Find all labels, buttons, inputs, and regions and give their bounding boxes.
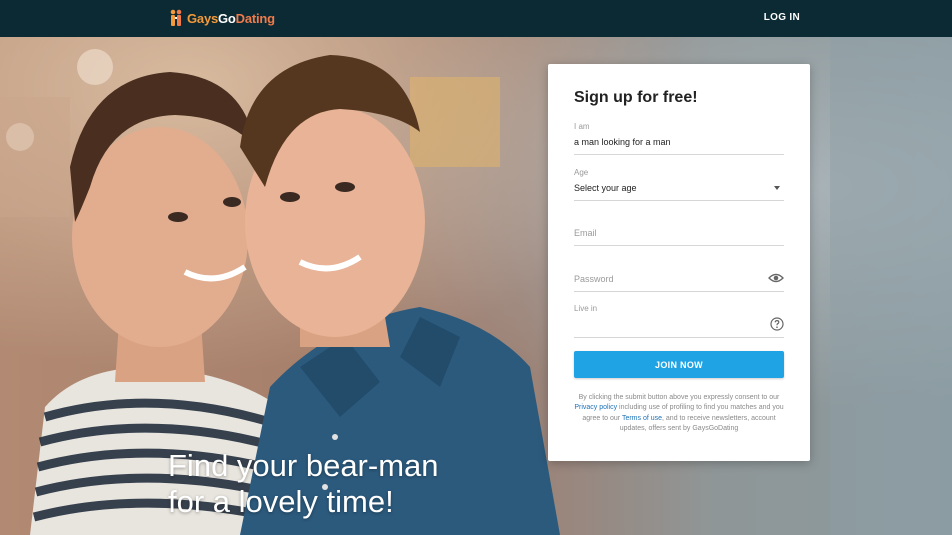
hero-tagline: Find your bear-man for a lovely time! xyxy=(168,448,439,520)
eye-icon[interactable] xyxy=(768,272,784,284)
signup-form: Sign up for free! I am a man looking for… xyxy=(548,64,810,461)
password-field[interactable]: Password xyxy=(574,264,784,292)
signup-title: Sign up for free! xyxy=(574,89,698,106)
help-icon[interactable] xyxy=(770,317,784,331)
logo-text: Gays Go Dating xyxy=(187,11,275,26)
join-now-button[interactable]: JOIN NOW xyxy=(574,351,784,378)
email-field[interactable]: Email xyxy=(574,218,784,246)
login-link[interactable]: LOG IN xyxy=(764,12,800,23)
email-placeholder: Email xyxy=(574,228,597,238)
chevron-down-icon xyxy=(774,186,780,190)
tagline-line-1: Find your bear-man xyxy=(168,448,439,483)
password-placeholder: Password xyxy=(574,274,614,284)
terms-of-use-link[interactable]: Terms of use xyxy=(622,415,662,422)
location-label: Live in xyxy=(574,304,598,313)
tagline-line-2: for a lovely time! xyxy=(168,484,394,519)
gender-label: I am xyxy=(574,122,590,131)
gender-value: a man looking for a man xyxy=(574,137,671,147)
consent-text: By clicking the submit button above you … xyxy=(570,393,788,435)
top-navbar: Gays Go Dating LOG IN xyxy=(0,0,952,37)
age-value: Select your age xyxy=(574,183,637,193)
location-field[interactable]: Live in xyxy=(574,298,784,338)
age-label: Age xyxy=(574,168,589,177)
logo-word-gays: Gays xyxy=(187,10,219,26)
age-select[interactable]: Age Select your age xyxy=(574,166,784,201)
privacy-policy-link[interactable]: Privacy policy xyxy=(574,404,617,411)
logo-word-go: Go xyxy=(218,10,236,26)
logo-mark-icon xyxy=(170,9,182,26)
site-logo[interactable]: Gays Go Dating xyxy=(168,7,275,29)
logo-word-dating: Dating xyxy=(235,10,275,26)
gender-select[interactable]: I am a man looking for a man xyxy=(574,120,784,155)
consent-part-1: By clicking the submit button above you … xyxy=(578,394,780,401)
